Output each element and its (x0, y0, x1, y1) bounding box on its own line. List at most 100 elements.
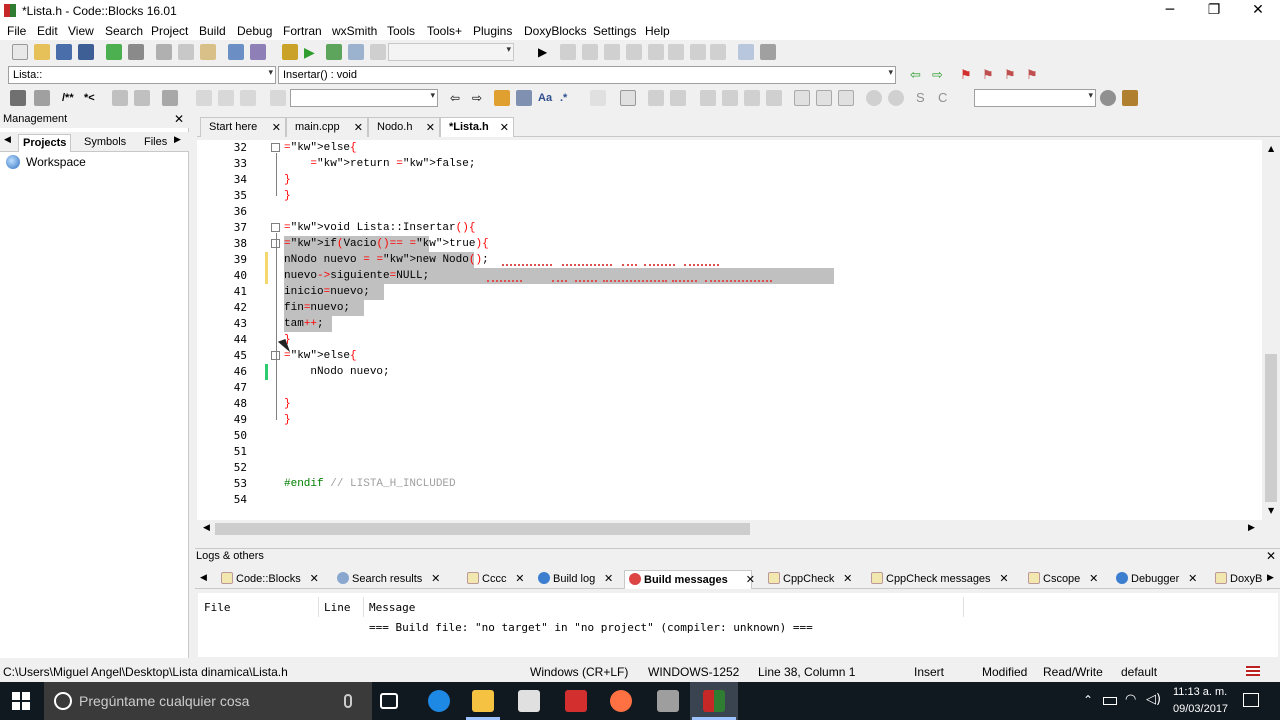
clock-time[interactable]: 11:13 a. m. (1173, 686, 1227, 698)
menu-plugins[interactable]: Plugins (473, 24, 512, 38)
save-icon[interactable] (56, 44, 72, 60)
replace-tool-icon[interactable] (516, 90, 532, 106)
dialog-icon[interactable] (816, 90, 832, 106)
tab-doxyblocks[interactable]: DoxyB (1211, 570, 1266, 589)
next-bookmark-icon[interactable]: ⚑ (1004, 67, 1020, 83)
zoom-in-icon[interactable] (866, 90, 882, 106)
stop-debug-icon[interactable] (710, 44, 726, 60)
various-info-icon[interactable] (760, 44, 776, 60)
tab-symbols[interactable]: Symbols (80, 134, 130, 152)
function-combo[interactable]: Insertar() : void ▾ (278, 66, 896, 84)
find-icon[interactable] (228, 44, 244, 60)
minimize-button[interactable]: ─ (1148, 0, 1192, 22)
edge-browser-icon[interactable] (428, 690, 450, 712)
tab-debugger[interactable]: Debugger ✕ (1112, 570, 1197, 589)
code-line[interactable]: tam++; (284, 316, 324, 332)
run-icon[interactable]: ▶ (304, 44, 320, 60)
vertical-scroll-thumb[interactable] (1265, 354, 1277, 502)
build-run-icon[interactable] (326, 44, 342, 60)
windows-start-icon[interactable] (12, 692, 30, 710)
log-tabs-right-icon[interactable]: ▶ (1267, 573, 1274, 583)
tab-scroll-left-icon[interactable]: ◀ (4, 135, 11, 145)
menu-build[interactable]: Build (199, 24, 226, 38)
editor-vertical-scrollbar[interactable]: ▲ ▼ (1262, 140, 1280, 520)
code-line[interactable]: nNodo nuevo = ="kw">new Nodo(); (284, 252, 489, 268)
code-line[interactable]: } (284, 396, 291, 412)
tab-cppcheck-messages[interactable]: CppCheck messages ✕ (867, 570, 1009, 589)
code-line[interactable]: ="kw">else{ (284, 348, 357, 364)
thread-search-combo[interactable]: ▾ (290, 89, 438, 107)
menu-debug[interactable]: Debug (237, 24, 272, 38)
tab-cscope[interactable]: Cscope ✕ (1024, 570, 1098, 589)
scroll-down-icon[interactable]: ▼ (1268, 506, 1274, 515)
step-out-icon[interactable] (626, 44, 642, 60)
preferences-icon[interactable] (162, 90, 178, 106)
task-view-icon[interactable] (380, 693, 398, 709)
replace-icon[interactable] (250, 44, 266, 60)
code-line[interactable]: ="kw">else{ (284, 140, 357, 156)
tab-cppcheck[interactable]: CppCheck ✕ (764, 570, 852, 589)
tab-build-messages[interactable]: Build messages ✕ (624, 570, 755, 589)
tab-cccc[interactable]: Cccc ✕ (463, 570, 524, 589)
menu-tools[interactable]: Tools (387, 24, 415, 38)
cut-icon[interactable] (156, 44, 172, 60)
frame-icon[interactable] (620, 90, 636, 106)
clear-search-icon[interactable] (270, 90, 286, 106)
sizer-grid-icon[interactable] (744, 90, 760, 106)
run-to-cursor-icon[interactable] (560, 44, 576, 60)
wifi-icon[interactable]: ◠ (1125, 692, 1136, 707)
firefox-icon[interactable] (610, 690, 632, 712)
open-folder-icon[interactable] (34, 44, 50, 60)
tray-chevron-icon[interactable]: ⌃ (1083, 693, 1093, 707)
menu-tools-plus[interactable]: Tools+ (427, 24, 462, 38)
sizer-h-icon[interactable] (700, 90, 716, 106)
file-explorer-icon[interactable] (472, 690, 494, 712)
debug-run-icon[interactable]: ▶ (538, 44, 554, 60)
prev-bookmark-icon[interactable]: ⚑ (982, 67, 998, 83)
code-line[interactable]: ="kw">if(Vacio()== ="kw">true){ (284, 236, 489, 252)
doxywizard-icon[interactable] (10, 90, 26, 106)
microphone-icon[interactable] (344, 694, 352, 708)
menu-project[interactable]: Project (151, 24, 188, 38)
action-center-icon[interactable] (1243, 693, 1259, 707)
volume-icon[interactable]: ◁) (1146, 692, 1161, 707)
tab-build-log[interactable]: Build log ✕ (534, 570, 613, 589)
code-line[interactable]: ="kw">void Lista::Insertar(){ (284, 220, 475, 236)
tab-projects[interactable]: Projects (18, 134, 72, 152)
menu-doxyblocks[interactable]: DoxyBlocks (524, 24, 587, 38)
step-into-icon[interactable] (604, 44, 620, 60)
menu-file[interactable]: File (7, 24, 26, 38)
back-arrow-icon[interactable]: ⇦ (450, 90, 466, 106)
step-instruction-icon[interactable] (668, 44, 684, 60)
code-line[interactable]: } (284, 172, 291, 188)
tab-lista-h[interactable]: *Lista.h ✕ (440, 117, 514, 137)
tab-nodo-h[interactable]: Nodo.h ✕ (368, 117, 440, 137)
logs-close-icon[interactable]: ✕ (1266, 549, 1276, 563)
build-messages-list[interactable]: File Line Message === Build file: "no ta… (198, 593, 1278, 657)
battery-icon[interactable] (1103, 697, 1117, 705)
tab-files[interactable]: Files (140, 134, 171, 152)
line-comment-icon[interactable]: *< (84, 90, 104, 106)
editor-horizontal-scrollbar[interactable]: ◀ ▶ (197, 520, 1262, 538)
menu-search[interactable]: Search (105, 24, 143, 38)
clock-date[interactable]: 09/03/2017 (1173, 703, 1228, 715)
code-line[interactable]: } (284, 188, 291, 204)
build-gear-icon[interactable] (282, 44, 298, 60)
code-line[interactable]: nuevo->siguiente=NULL; (284, 268, 429, 284)
tab-start-here[interactable]: Start here ✕ (200, 117, 286, 137)
scroll-left-icon[interactable]: ◀ (203, 523, 210, 533)
code-editor[interactable]: 32 33 34 35 36 37 38 39 40 41 42 43 44 45 46 47 48 49 50 51… (197, 140, 1266, 520)
code-line[interactable]: ="kw">return ="kw">false; (284, 156, 475, 172)
pdf-reader-icon[interactable] (565, 690, 587, 712)
cortana-search-box[interactable]: Pregúntame cualquier cosa (44, 682, 372, 720)
jump-forward-icon[interactable]: ⇨ (932, 67, 948, 83)
undo-icon[interactable] (106, 44, 122, 60)
thread-search-stop-icon[interactable] (218, 90, 234, 106)
store-icon[interactable] (518, 690, 540, 712)
tab-main-cpp[interactable]: main.cpp ✕ (286, 117, 368, 137)
thread-search-forward-icon[interactable] (240, 90, 256, 106)
refresh-icon[interactable]: C (938, 90, 954, 106)
tab-codeblocks-log[interactable]: Code::Blocks ✕ (217, 570, 319, 589)
fold-marker-icon[interactable] (271, 143, 280, 152)
jump-back-icon[interactable]: ⇦ (910, 67, 926, 83)
